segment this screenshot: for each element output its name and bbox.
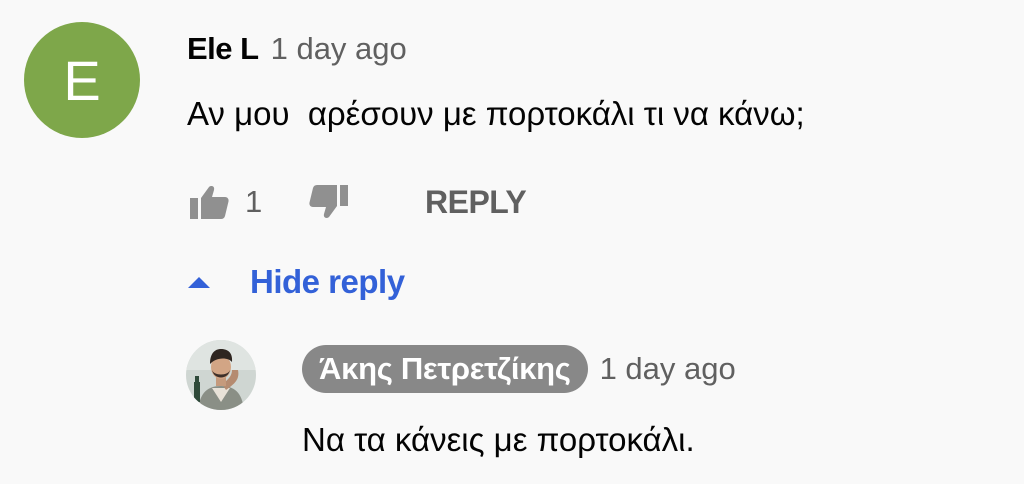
comment-timestamp[interactable]: 1 day ago — [271, 31, 407, 67]
reply-text: Να τα κάνεις με πορτοκάλι. — [302, 421, 695, 458]
hide-replies-button[interactable]: Hide reply — [187, 258, 405, 306]
comment-header: Ele L 1 day ago — [187, 27, 407, 71]
hide-replies-label: Hide reply — [250, 263, 405, 300]
comment-text: Αν μου αρέσουν με πορτοκάλι τι να κάνω; — [187, 95, 805, 132]
thumb-down-icon — [309, 185, 348, 218]
reply-header: Άκης Πετρετζίκης 1 day ago — [302, 342, 736, 396]
dislike-button[interactable] — [307, 180, 351, 224]
like-button[interactable] — [187, 180, 231, 224]
comment-thread: E Ele L 1 day ago Αν μου αρέσουν με πορτ… — [0, 0, 1024, 484]
reply-button[interactable]: REPLY — [425, 184, 527, 221]
caret-up-icon — [187, 270, 211, 294]
reply-author-badge[interactable]: Άκης Πετρετζίκης — [302, 345, 588, 393]
reply-timestamp[interactable]: 1 day ago — [600, 351, 736, 387]
avatar-letter: E — [63, 48, 101, 112]
thumb-up-icon — [190, 186, 229, 219]
reply-avatar-image — [186, 340, 256, 410]
avatar[interactable]: E — [24, 22, 140, 138]
comment-author[interactable]: Ele L — [187, 31, 259, 67]
comment-actions: 1 REPLY — [187, 178, 527, 226]
reply-avatar[interactable] — [186, 340, 256, 410]
like-count: 1 — [245, 184, 263, 219]
